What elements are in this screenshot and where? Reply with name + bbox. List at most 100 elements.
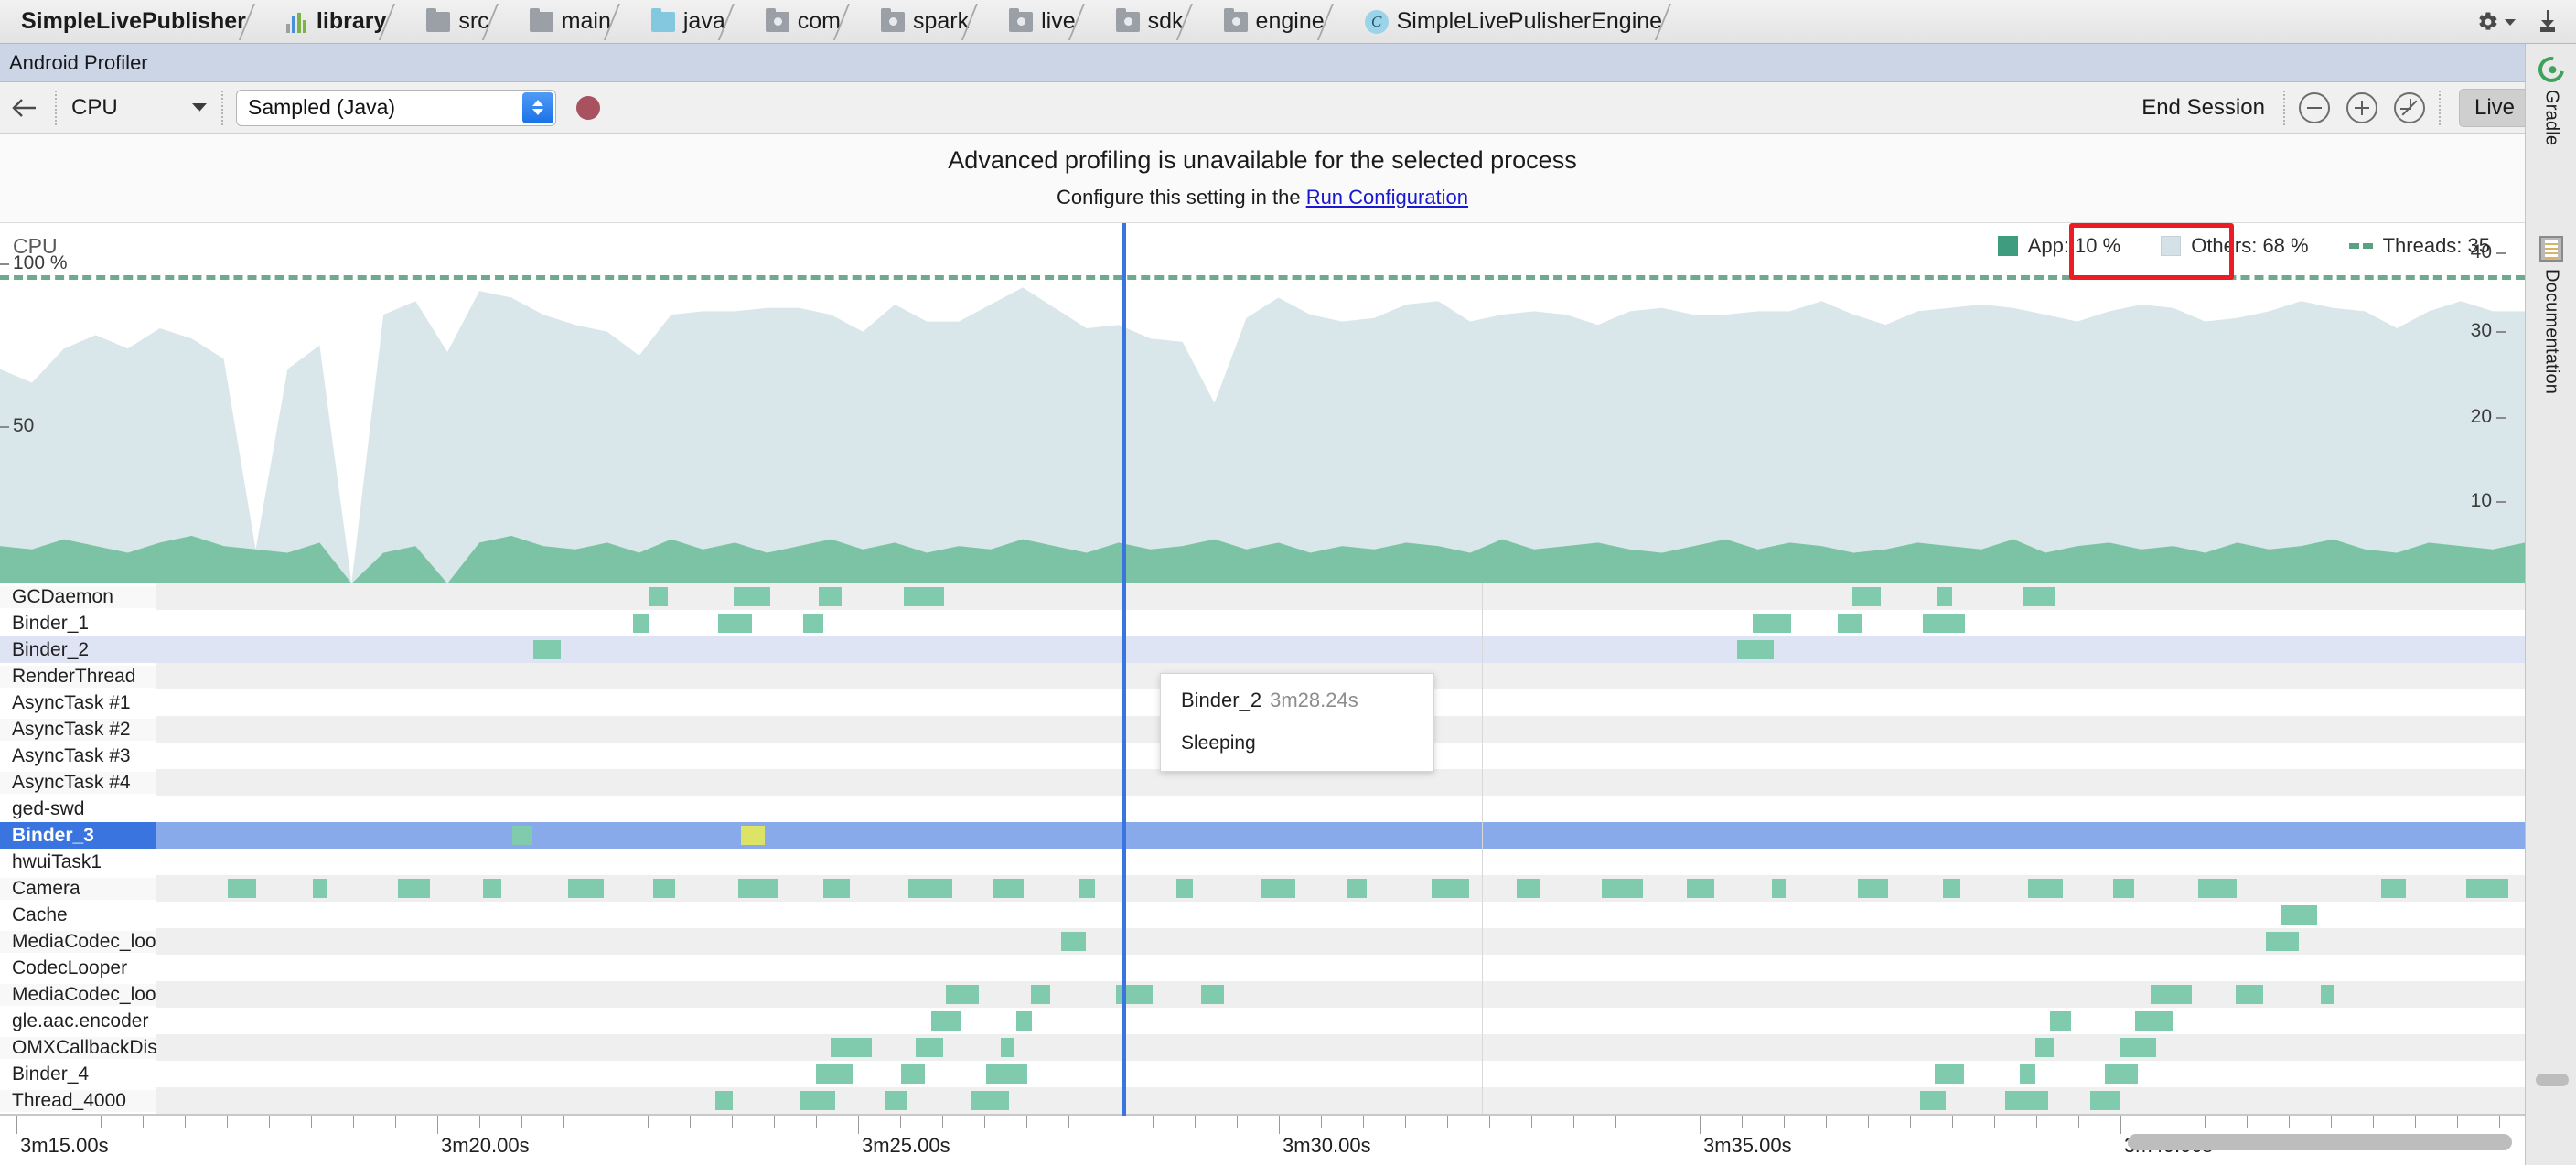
thread-row[interactable]: Binder_2 <box>0 636 2525 663</box>
thread-activity-list[interactable]: GCDaemon Binder_1 Binder_2 RenderThread Asyn… <box>0 583 2525 1114</box>
horizontal-scrollbar[interactable] <box>2128 1134 2512 1150</box>
thread-activity-block[interactable] <box>1922 614 1966 633</box>
recording-mode-select[interactable]: Sampled (Java) <box>236 89 556 126</box>
thread-activity-block[interactable] <box>2465 879 2509 898</box>
thread-activity-block[interactable] <box>1432 879 1470 898</box>
thread-activity-block[interactable] <box>512 826 532 845</box>
thread-activity-block[interactable] <box>1176 879 1194 898</box>
end-session-button[interactable]: End Session <box>2141 95 2265 121</box>
breadcrumb-item-main[interactable]: main <box>522 0 644 44</box>
thread-activity-track[interactable] <box>156 610 2525 636</box>
stepper-icon[interactable] <box>522 91 553 123</box>
thread-activity-track[interactable] <box>156 849 2525 875</box>
thread-activity-block[interactable] <box>653 879 676 898</box>
thread-activity-block[interactable] <box>818 587 842 606</box>
dock-scroll-indicator[interactable] <box>2536 1074 2569 1086</box>
run-configuration-link[interactable]: Run Configuration <box>1306 186 1468 208</box>
thread-activity-block[interactable] <box>1772 879 1787 898</box>
thread-row[interactable]: OMXCallbackDisp <box>0 1034 2525 1061</box>
thread-activity-block[interactable] <box>2320 985 2334 1004</box>
legend-item-threads[interactable]: Threads: 35 <box>2329 234 2510 258</box>
thread-activity-block[interactable] <box>1752 614 1792 633</box>
thread-activity-block[interactable] <box>1935 1064 1964 1084</box>
breadcrumb-item-engine[interactable]: engine <box>1217 0 1358 44</box>
thread-activity-block[interactable] <box>2120 1038 2156 1057</box>
thread-row[interactable]: gle.aac.encoder <box>0 1008 2525 1034</box>
thread-activity-block[interactable] <box>2197 879 2237 898</box>
thread-activity-block[interactable] <box>2023 587 2055 606</box>
thread-row[interactable]: Thread_4000 <box>0 1087 2525 1114</box>
thread-row[interactable]: GCDaemon <box>0 583 2525 610</box>
record-button[interactable] <box>576 95 600 120</box>
thread-activity-block[interactable] <box>800 1091 836 1110</box>
thread-activity-track[interactable] <box>156 822 2525 849</box>
thread-activity-block[interactable] <box>2034 1038 2054 1057</box>
thread-activity-block[interactable] <box>648 587 668 606</box>
dock-item-gradle[interactable]: Gradle <box>2526 51 2576 145</box>
thread-activity-block[interactable] <box>2090 1091 2120 1110</box>
thread-activity-block[interactable] <box>815 1064 854 1084</box>
thread-activity-track[interactable] <box>156 981 2525 1008</box>
thread-row[interactable]: ged-swd <box>0 796 2525 822</box>
thread-activity-block[interactable] <box>1919 1091 1947 1110</box>
thread-activity-block[interactable] <box>633 614 650 633</box>
breadcrumb-item-sdk[interactable]: sdk <box>1109 0 1217 44</box>
thread-activity-block[interactable] <box>1942 879 1960 898</box>
breadcrumb-item-com[interactable]: com <box>758 0 874 44</box>
thread-activity-block[interactable] <box>2027 879 2063 898</box>
zoom-in-icon[interactable] <box>2345 91 2377 123</box>
thread-row[interactable]: Binder_4 <box>0 1061 2525 1087</box>
thread-activity-track[interactable] <box>156 875 2525 902</box>
thread-activity-block[interactable] <box>831 1038 872 1057</box>
thread-activity-block[interactable] <box>1737 640 1774 659</box>
cpu-usage-chart[interactable]: CPU 100 % 50 40 30 20 10 App: 10 % Other… <box>0 223 2525 583</box>
thread-activity-track[interactable] <box>156 955 2525 981</box>
zoom-out-icon[interactable] <box>2298 91 2330 123</box>
thread-activity-track[interactable] <box>156 1008 2525 1034</box>
thread-activity-block[interactable] <box>908 879 952 898</box>
breadcrumb-item-simplelivepublisher[interactable]: SimpleLivePublisher <box>5 0 279 44</box>
thread-row[interactable]: MediaCodec_loop <box>0 981 2525 1008</box>
thread-activity-track[interactable] <box>156 902 2525 928</box>
thread-activity-block[interactable] <box>2281 905 2317 925</box>
reset-zoom-icon[interactable] <box>2393 91 2425 123</box>
thread-activity-block[interactable] <box>312 879 328 898</box>
thread-row[interactable]: Binder_1 <box>0 610 2525 636</box>
thread-activity-track[interactable] <box>156 636 2525 663</box>
thread-activity-block[interactable] <box>2020 1064 2036 1084</box>
thread-activity-block[interactable] <box>1015 1011 1033 1031</box>
thread-activity-block[interactable] <box>741 826 765 845</box>
thread-activity-block[interactable] <box>2235 985 2263 1004</box>
thread-activity-track[interactable] <box>156 1087 2525 1114</box>
thread-row[interactable]: AsyncTask #4 <box>0 769 2525 796</box>
thread-activity-block[interactable] <box>715 1091 734 1110</box>
breadcrumb-item-java[interactable]: java <box>644 0 758 44</box>
thread-activity-block[interactable] <box>2150 985 2192 1004</box>
thread-activity-block[interactable] <box>803 614 824 633</box>
thread-activity-block[interactable] <box>2004 1091 2049 1110</box>
thread-activity-track[interactable] <box>156 796 2525 822</box>
legend-item-app[interactable]: App: 10 % <box>1978 234 2141 258</box>
thread-activity-block[interactable] <box>946 985 979 1004</box>
thread-activity-block[interactable] <box>567 879 605 898</box>
thread-activity-block[interactable] <box>1347 879 1368 898</box>
thread-activity-block[interactable] <box>900 1064 926 1084</box>
thread-activity-block[interactable] <box>903 587 945 606</box>
thread-row[interactable]: Cache <box>0 902 2525 928</box>
breadcrumb-item-spark[interactable]: spark <box>874 0 1002 44</box>
back-arrow-icon[interactable] <box>0 82 49 134</box>
thread-activity-block[interactable] <box>2380 879 2407 898</box>
thread-activity-block[interactable] <box>916 1038 943 1057</box>
profiler-type-dropdown[interactable]: CPU <box>62 90 216 126</box>
thread-row[interactable]: Camera <box>0 875 2525 902</box>
thread-activity-block[interactable] <box>1857 879 1889 898</box>
thread-activity-block[interactable] <box>733 587 770 606</box>
thread-activity-block[interactable] <box>930 1011 961 1031</box>
thread-activity-block[interactable] <box>482 879 502 898</box>
thread-row[interactable]: CodecLooper <box>0 955 2525 981</box>
breadcrumb-item-simplelivepulisherengine[interactable]: C SimpleLivePulisherEngine <box>1358 0 1695 44</box>
thread-activity-track[interactable] <box>156 583 2525 610</box>
thread-activity-block[interactable] <box>2050 1011 2072 1031</box>
thread-activity-track[interactable] <box>156 1061 2525 1087</box>
breadcrumb-item-src[interactable]: src <box>419 0 521 44</box>
